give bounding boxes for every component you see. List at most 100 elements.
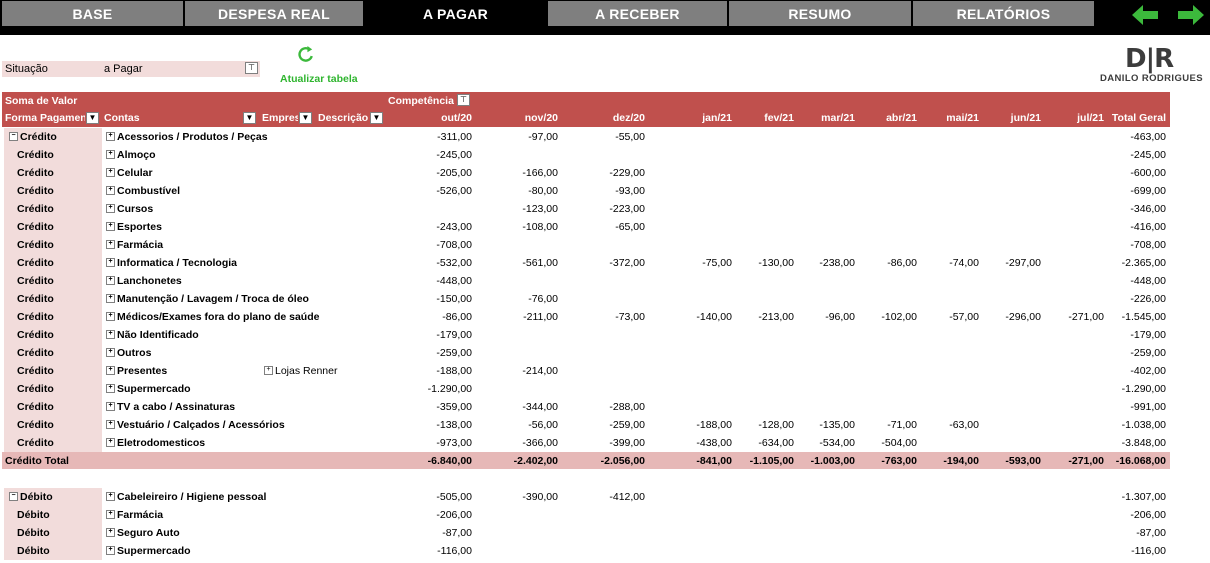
collapse-icon[interactable]: −: [9, 131, 18, 141]
expand-icon[interactable]: +: [106, 437, 115, 447]
value-cell: -73,00: [615, 311, 645, 323]
account-cell[interactable]: + Vestuário / Calçados / Acessórios: [106, 419, 285, 431]
forma-pagamento-label: Crédito: [17, 239, 54, 251]
account-cell[interactable]: + Supermercado: [106, 383, 191, 395]
tab-a-pagar[interactable]: A PAGAR: [365, 1, 546, 26]
forma-pagamento-cell[interactable]: − Crédito: [4, 128, 102, 146]
row-total-cell: -3.848,00: [1121, 437, 1166, 449]
account-cell[interactable]: + Informatica / Tecnologia: [106, 257, 237, 269]
account-cell[interactable]: + Celular: [106, 167, 153, 179]
table-row: − Crédito + Acessorios / Produtos / Peças -3…: [0, 128, 1210, 146]
value-cell: -259,00: [436, 347, 472, 359]
tab-relatorios[interactable]: RELATÓRIOS: [913, 1, 1094, 26]
expand-icon[interactable]: +: [106, 401, 115, 411]
forma-pagamento-cell: Crédito: [4, 326, 102, 344]
account-cell[interactable]: + Cabeleireiro / Higiene pessoal: [106, 491, 266, 503]
contas-filter-icon[interactable]: ▼: [243, 112, 256, 124]
expand-icon[interactable]: +: [106, 383, 115, 393]
expand-icon[interactable]: +: [106, 257, 115, 267]
month-header: jul/21: [1077, 112, 1104, 124]
month-header: mai/21: [946, 112, 979, 124]
forma-pagamento-cell: Crédito: [4, 308, 102, 326]
table-row: Crédito + Manutenção / Lavagem / Troca de …: [0, 290, 1210, 308]
expand-icon[interactable]: +: [106, 149, 115, 159]
expand-icon[interactable]: +: [106, 221, 115, 231]
account-cell[interactable]: + Almoço: [106, 149, 156, 161]
forma-pagamento-label: Débito: [17, 545, 50, 557]
value-cell: -372,00: [609, 257, 645, 269]
forma-pagamento-cell: Crédito: [4, 434, 102, 452]
expand-icon[interactable]: +: [106, 167, 115, 177]
refresh-table-button[interactable]: Atualizar tabela: [280, 73, 358, 85]
collapse-icon[interactable]: −: [9, 491, 18, 501]
account-cell[interactable]: + Não Identificado: [106, 329, 199, 341]
forma-pagamento-cell: Crédito: [4, 290, 102, 308]
value-cell: -504,00: [881, 437, 917, 449]
descricao-filter-icon[interactable]: ▼: [370, 112, 383, 124]
account-cell[interactable]: + TV a cabo / Assinaturas: [106, 401, 235, 413]
account-cell[interactable]: + Farmácia: [106, 239, 163, 251]
account-cell[interactable]: + Supermercado: [106, 545, 191, 557]
table-row: Crédito + Lanchonetes -448,00 -448,00: [0, 272, 1210, 290]
account-label: Farmácia: [117, 509, 164, 521]
expand-icon[interactable]: +: [106, 419, 115, 429]
account-label: Outros: [117, 347, 152, 359]
expand-icon[interactable]: +: [106, 365, 115, 375]
account-cell[interactable]: + Outros: [106, 347, 151, 359]
expand-icon[interactable]: +: [106, 311, 115, 321]
account-label: Informatica / Tecnologia: [117, 257, 237, 269]
forma-filter-icon[interactable]: ▼: [86, 112, 99, 124]
row-total-cell: -699,00: [1130, 185, 1166, 197]
forma-pagamento-cell: Débito: [4, 542, 102, 560]
forma-pagamento-cell: Crédito: [4, 164, 102, 182]
expand-icon[interactable]: +: [106, 131, 115, 141]
tab-resumo[interactable]: RESUMO: [729, 1, 911, 26]
green-arrow-left-icon[interactable]: [1130, 3, 1160, 27]
filter-dropdown-icon[interactable]: ⊤: [245, 62, 258, 74]
value-cell: -297,00: [1005, 257, 1041, 269]
tab-base[interactable]: BASE: [2, 1, 183, 26]
forma-pagamento-cell: Crédito: [4, 200, 102, 218]
expand-icon[interactable]: +: [106, 329, 115, 339]
account-cell[interactable]: + Acessorios / Produtos / Peças: [106, 131, 268, 143]
account-cell[interactable]: + Eletrodomesticos: [106, 437, 205, 449]
account-cell[interactable]: + Cursos: [106, 203, 153, 215]
account-cell[interactable]: + Presentes: [106, 365, 167, 377]
expand-icon[interactable]: +: [106, 545, 115, 555]
expand-icon[interactable]: +: [106, 509, 115, 519]
expand-icon[interactable]: +: [106, 293, 115, 303]
empresa-filter-icon[interactable]: ▼: [299, 112, 312, 124]
empresa-cell[interactable]: + Lojas Renner: [264, 365, 337, 377]
green-arrow-right-icon[interactable]: [1176, 3, 1206, 27]
expand-icon[interactable]: +: [106, 239, 115, 249]
expand-icon[interactable]: +: [106, 527, 115, 537]
account-cell[interactable]: + Médicos/Exames fora do plano de saúde: [106, 311, 319, 323]
account-label: Presentes: [117, 365, 168, 377]
value-cell: -526,00: [436, 185, 472, 197]
expand-icon[interactable]: +: [106, 185, 115, 195]
refresh-icon[interactable]: [296, 40, 336, 74]
account-cell[interactable]: + Manutenção / Lavagem / Troca de óleo: [106, 293, 309, 305]
row-total-cell: -402,00: [1130, 365, 1166, 377]
tab-a-receber[interactable]: A RECEBER: [548, 1, 727, 26]
value-cell: -150,00: [436, 293, 472, 305]
account-label: Médicos/Exames fora do plano de saúde: [117, 311, 320, 323]
expand-icon[interactable]: +: [106, 275, 115, 285]
value-cell: -80,00: [528, 185, 558, 197]
expand-icon[interactable]: +: [106, 347, 115, 357]
expand-icon[interactable]: +: [106, 203, 115, 213]
account-label: Lanchonetes: [117, 275, 182, 287]
tab-despesa-real[interactable]: DESPESA REAL: [185, 1, 363, 26]
account-cell[interactable]: + Combustível: [106, 185, 180, 197]
column-filter-icon[interactable]: ⊤: [457, 94, 470, 106]
forma-pagamento-label: Débito: [17, 509, 50, 521]
expand-icon[interactable]: +: [264, 365, 273, 375]
row-total-cell: -245,00: [1130, 149, 1166, 161]
expand-icon[interactable]: +: [106, 491, 115, 501]
account-cell[interactable]: + Esportes: [106, 221, 162, 233]
account-cell[interactable]: + Farmácia: [106, 509, 163, 521]
account-cell[interactable]: + Seguro Auto: [106, 527, 180, 539]
forma-pagamento-cell[interactable]: − Débito: [4, 488, 102, 506]
account-cell[interactable]: + Lanchonetes: [106, 275, 182, 287]
table-row: Débito + Supermercado -116,00 -116,00: [0, 542, 1210, 560]
